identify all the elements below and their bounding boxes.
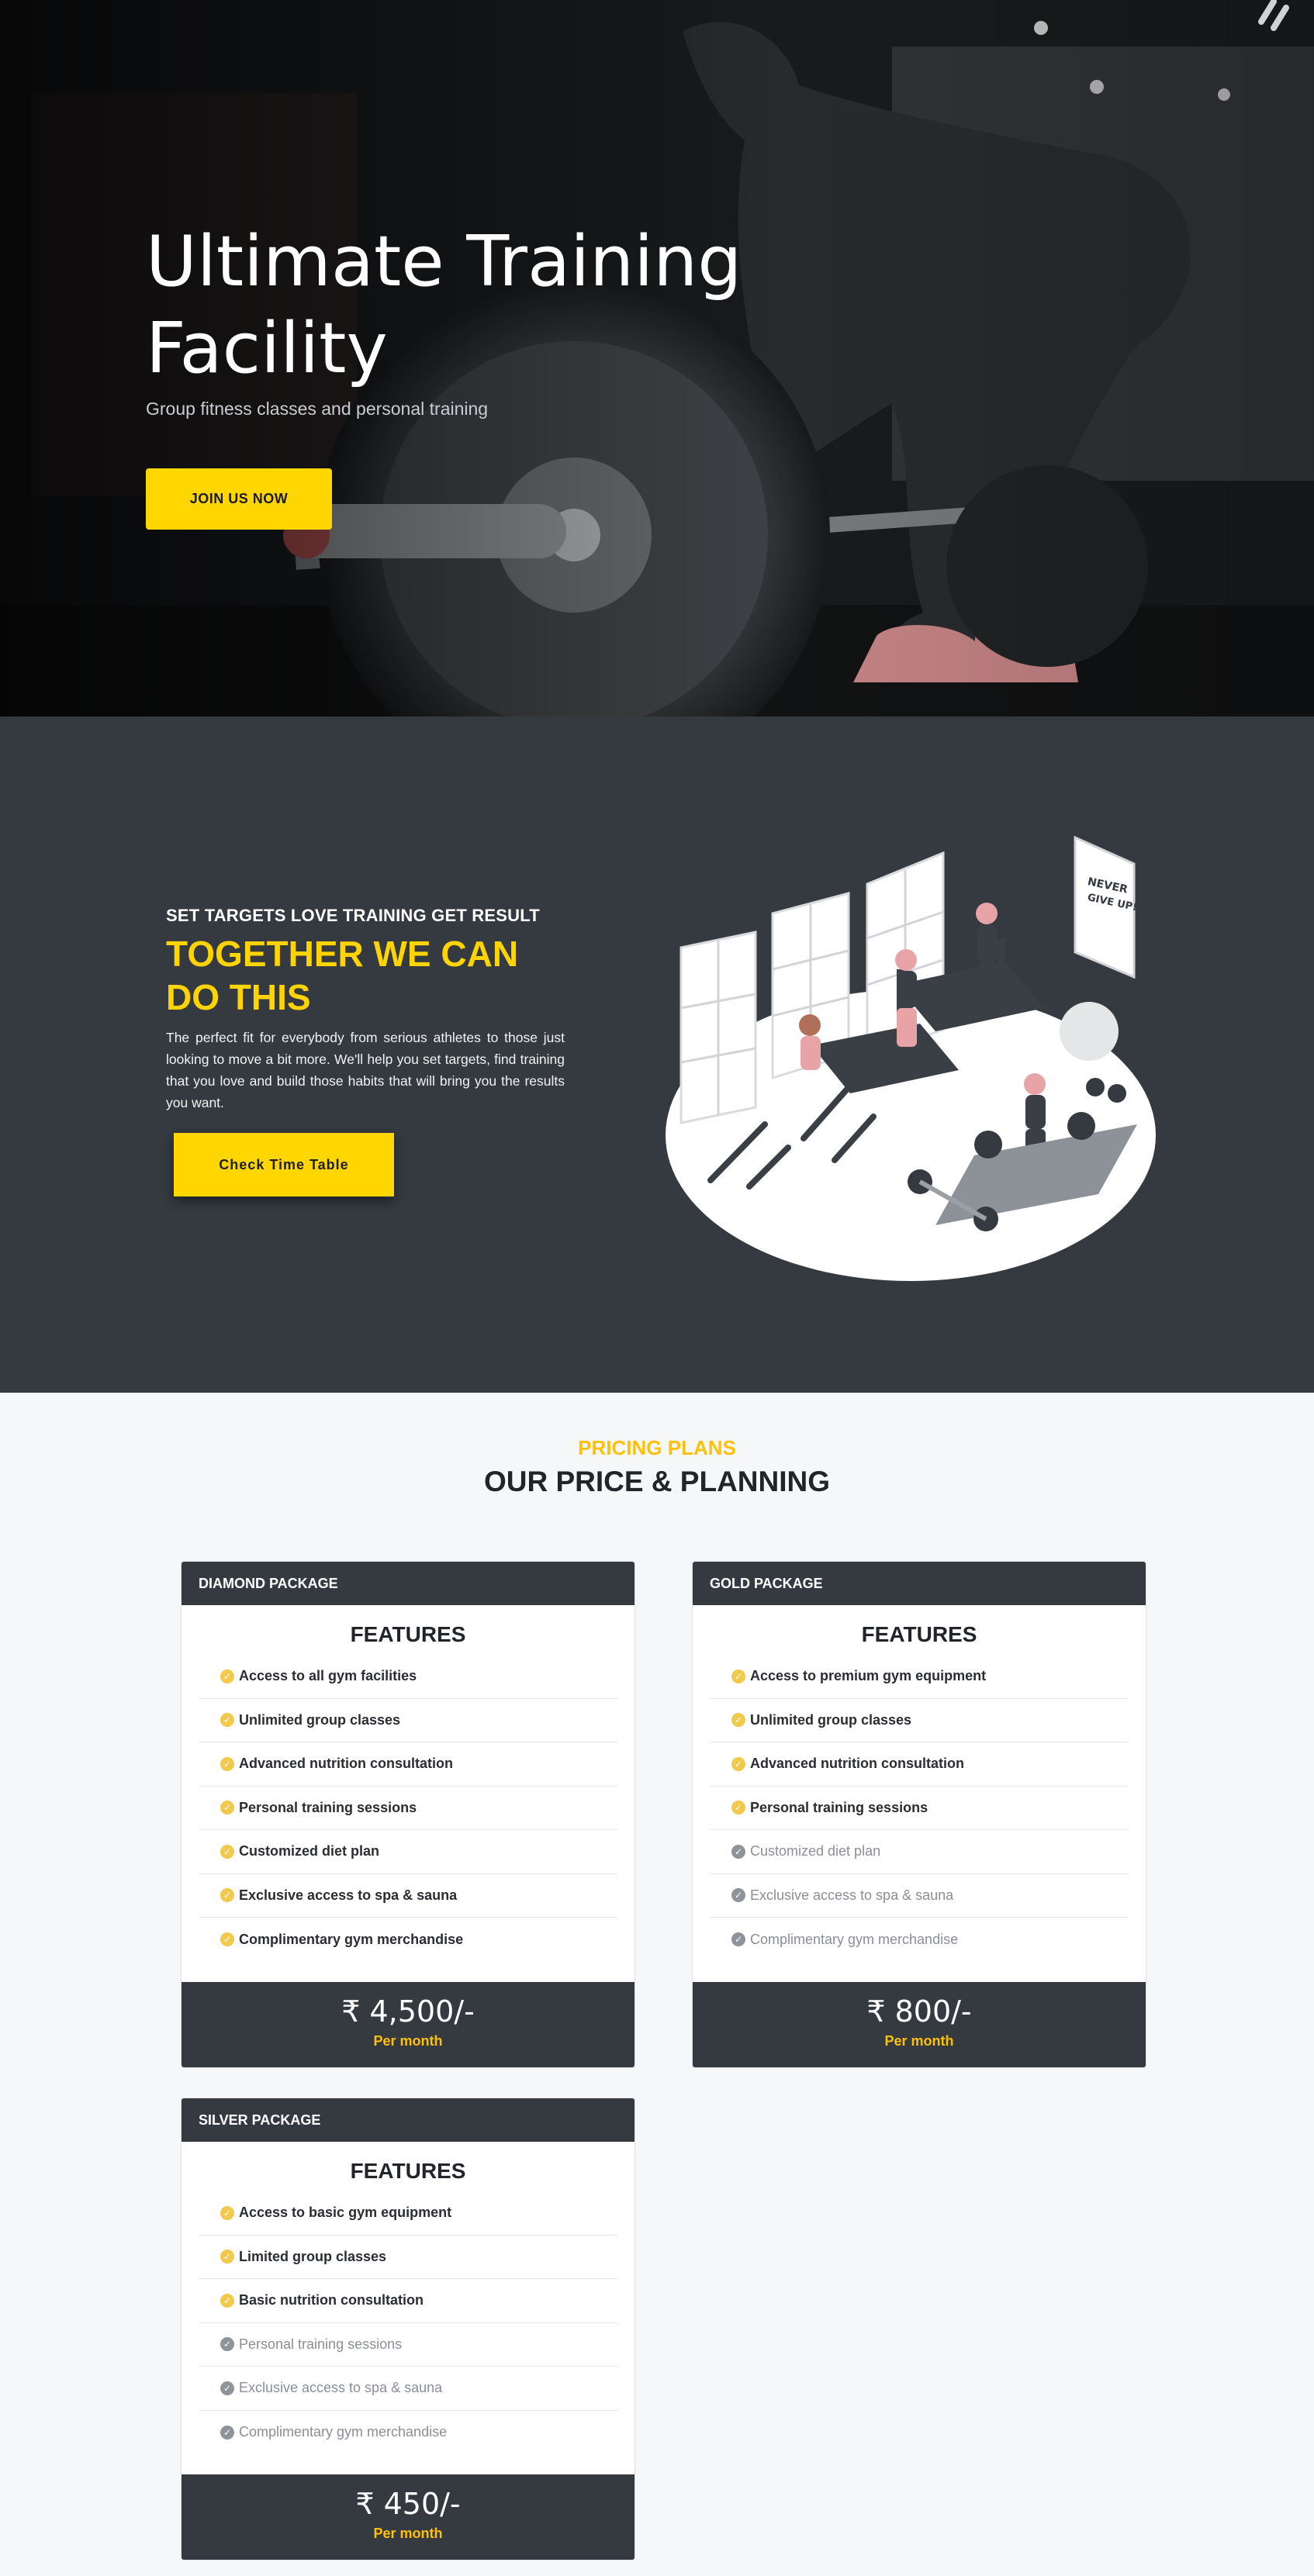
pricing-kicker: PRICING PLANS <box>578 1436 736 1459</box>
check-icon: ✓ <box>731 1888 745 1903</box>
check-icon: ✓ <box>220 2205 234 2220</box>
about-text: The perfect fit for everybody from serio… <box>166 1030 565 1110</box>
list-item: ✓ Unlimited group classes <box>710 1699 1129 1742</box>
price-footer: ₹ 450/- Per month <box>182 2474 635 2560</box>
list-item: ✓ Complimentary gym merchandise <box>199 1918 617 1962</box>
price-period: Per month <box>373 2033 443 2049</box>
check-time-table-button[interactable]: Check Time Table <box>174 1133 394 1196</box>
check-icon: ✓ <box>731 1844 745 1859</box>
hero-title: Ultimate Training Facility <box>146 221 742 389</box>
silver-package-card: SILVER PACKAGE FEATURES ✓ Access to basic… <box>181 2098 635 2560</box>
list-item: ✓ Personal training sessions <box>199 1787 617 1830</box>
price-value: ₹ 450/- <box>355 2487 461 2521</box>
list-item: ✓ Access to premium gym equipment <box>710 1655 1129 1699</box>
list-item: ✓ Personal training sessions <box>710 1787 1129 1830</box>
list-item: ✓ Basic nutrition consultation <box>199 2279 617 2323</box>
list-item: ✓ Unlimited group classes <box>199 1699 617 1742</box>
diamond-package-card: DIAMOND PACKAGE FEATURES ✓ Access to all … <box>181 1561 635 2068</box>
hero-subtitle: Group fitness classes and personal train… <box>146 399 489 419</box>
price-period: Per month <box>373 2526 443 2541</box>
check-icon: ✓ <box>220 1713 234 1728</box>
check-icon: ✓ <box>220 2381 234 2395</box>
check-icon: ✓ <box>220 1801 234 1815</box>
list-item: ✓ Access to all gym facilities <box>199 1655 617 1699</box>
check-icon: ✓ <box>220 1756 234 1771</box>
list-item: ✓ Advanced nutrition consultation <box>710 1742 1129 1787</box>
list-item: ✓ Personal training sessions <box>199 2323 617 2367</box>
features-heading: FEATURES <box>350 1622 466 1646</box>
card-title: SILVER PACKAGE <box>182 2098 635 2142</box>
list-item: ✓ Customized diet plan <box>710 1830 1129 1874</box>
features-heading: FEATURES <box>350 2159 466 2183</box>
features-heading: FEATURES <box>861 1622 977 1646</box>
check-icon: ✓ <box>731 1801 745 1815</box>
list-item: ✓ Advanced nutrition consultation <box>199 1742 617 1787</box>
check-icon: ✓ <box>220 2337 234 2352</box>
join-us-button[interactable]: JOIN US NOW <box>146 468 332 530</box>
list-item: ✓ Limited group classes <box>199 2236 617 2279</box>
menu-toggle-icon[interactable] <box>1253 0 1292 31</box>
list-item: ✓ Access to basic gym equipment <box>199 2191 617 2236</box>
about-title: TOGETHER WE CAN DO THIS <box>166 934 519 1017</box>
list-item: ✓ Exclusive access to spa & sauna <box>199 1874 617 1918</box>
check-icon: ✓ <box>220 1669 234 1683</box>
price-footer: ₹ 800/- Per month <box>693 1982 1146 2067</box>
pricing-title: OUR PRICE & PLANNING <box>483 1466 831 1497</box>
gold-package-card: GOLD PACKAGE FEATURES ✓ Access to premium… <box>692 1561 1146 2068</box>
price-value: ₹ 4,500/- <box>341 1994 475 2029</box>
check-icon: ✓ <box>731 1932 745 1947</box>
list-item: ✓ Exclusive access to spa & sauna <box>199 2367 617 2411</box>
check-icon: ✓ <box>220 2293 234 2308</box>
hero-section: Ultimate Training Facility Group fitness… <box>0 0 1314 717</box>
features-list: ✓ Access to basic gym equipment ✓ Limited … <box>199 2191 617 2454</box>
check-icon: ✓ <box>731 1756 745 1771</box>
price-period: Per month <box>884 2033 954 2049</box>
features-list: ✓ Access to all gym facilities ✓ Unlimited… <box>199 1655 617 1962</box>
check-icon: ✓ <box>220 2425 234 2440</box>
check-icon: ✓ <box>731 1669 745 1683</box>
about-kicker: SET TARGETS LOVE TRAINING GET RESULT <box>166 906 540 925</box>
gym-illustration: NEVER GIVE UP! <box>666 835 1156 1281</box>
list-item: ✓ Complimentary gym merchandise <box>710 1918 1129 1962</box>
card-title: GOLD PACKAGE <box>693 1562 1146 1605</box>
list-item: ✓ Exclusive access to spa & sauna <box>710 1874 1129 1918</box>
price-footer: ₹ 4,500/- Per month <box>182 1982 635 2067</box>
check-icon: ✓ <box>220 1888 234 1903</box>
card-title: DIAMOND PACKAGE <box>182 1562 635 1605</box>
check-icon: ✓ <box>731 1713 745 1728</box>
list-item: ✓ Customized diet plan <box>199 1830 617 1874</box>
check-icon: ✓ <box>220 1844 234 1859</box>
price-value: ₹ 800/- <box>866 1994 972 2029</box>
features-list: ✓ Access to premium gym equipment ✓ Unlimi… <box>710 1655 1129 1962</box>
check-icon: ✓ <box>220 2250 234 2264</box>
list-item: ✓ Complimentary gym merchandise <box>199 2411 617 2455</box>
check-icon: ✓ <box>220 1932 234 1947</box>
